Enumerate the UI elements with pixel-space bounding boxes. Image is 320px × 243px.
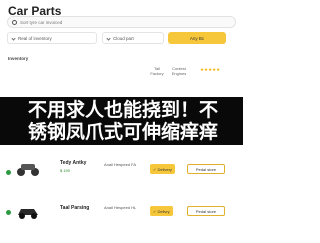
pedal-store-button[interactable]: Pedal store [187,164,225,174]
check-icon [6,210,11,215]
row-title: Taal Parsing [60,205,90,211]
chevron-down-icon [106,35,111,41]
table-row[interactable]: Taal Parsing Anail Hespeed HL ✓ Delivry … [0,196,243,238]
rating-stars: ★★★★★ [200,67,221,72]
row-spec: Anail Hespeed HL [104,205,137,210]
search-bar[interactable] [7,16,236,28]
column-header: Tall Factory [150,66,164,76]
search-input[interactable] [20,19,231,25]
car-parts-screen: Car Parts Real of inventory Cloud part A… [0,0,243,243]
filter-dropdown-part[interactable]: Cloud part [102,32,164,44]
search-icon [12,19,17,25]
filter-dropdown-inventory[interactable]: Real of inventory [7,32,97,44]
overlay-text-line-1: 不用求人也能挠到！不 [28,99,219,121]
table-row[interactable]: Tedy Antky $ 190 Anail Hespeed FA ✓ Deli… [0,152,243,194]
row-spec: Anail Hespeed FA [104,162,137,167]
car-icon [18,209,38,219]
pedal-store-button[interactable]: Pedal store [187,206,225,216]
overlay-text-line-2: 锈钢凤爪式可伸缩痒痒 [28,121,219,143]
chevron-down-icon [11,35,16,41]
check-icon [6,170,11,175]
delivery-badge: ✓ Delivery [150,164,175,174]
column-header: Contest Engines [171,66,187,76]
section-label: Inventory [8,56,29,61]
filter-label: Cloud part [113,35,134,41]
filter-label: Real of inventory [18,35,52,41]
row-title: Tedy Antky [60,160,87,166]
promo-overlay-banner: 不用求人也能挠到！不 锈钢凤爪式可伸缩痒痒 [0,97,243,145]
buy-button[interactable]: Any Bc [168,32,226,44]
row-price: $ 190 [60,168,71,173]
delivery-badge: ✓ Delivry [150,206,173,216]
atv-icon [17,164,39,176]
